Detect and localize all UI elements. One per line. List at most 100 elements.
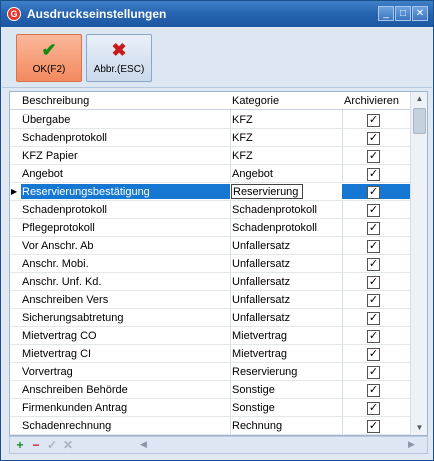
table-row[interactable]: Mietvertrag CI Mietvertrag ✓ (10, 345, 410, 363)
archive-checkbox[interactable]: ✓ (367, 150, 380, 163)
table-row[interactable]: Vor Anschr. Ab Unfallersatz ✓ (10, 237, 410, 255)
cancel-button[interactable]: ✖ Abbr.(ESC) (86, 34, 152, 82)
header-description[interactable]: Beschreibung (22, 95, 89, 107)
checkmark-icon: ✔ (41, 40, 57, 60)
print-settings-grid: Beschreibung Kategorie Archivieren Überg… (9, 91, 428, 436)
cell-category[interactable]: Rechnung (232, 420, 344, 432)
cell-description[interactable]: Schadenrechnung (22, 420, 230, 432)
table-row[interactable]: ▶ Reservierungsbestätigung Reservierung ✓ (10, 183, 410, 201)
cell-description[interactable]: Mietvertrag CO (22, 330, 230, 342)
cell-category[interactable]: Sonstige (232, 402, 344, 414)
archive-checkbox[interactable]: ✓ (367, 294, 380, 307)
table-row[interactable]: Angebot Angebot ✓ (10, 165, 410, 183)
archive-checkbox[interactable]: ✓ (367, 420, 380, 433)
archive-checkbox[interactable]: ✓ (367, 168, 380, 181)
table-row[interactable]: Sicherungsabtretung Unfallersatz ✓ (10, 309, 410, 327)
minimize-button[interactable]: _ (378, 6, 394, 21)
maximize-button[interactable]: □ (395, 6, 411, 21)
archive-checkbox[interactable]: ✓ (367, 204, 380, 217)
cancel-edit-icon[interactable]: ✕ (61, 438, 75, 452)
table-row[interactable]: Vorvertrag Reservierung ✓ (10, 363, 410, 381)
cell-category[interactable]: KFZ (232, 114, 344, 126)
cell-description[interactable]: Anschr. Unf. Kd. (22, 276, 230, 288)
table-row[interactable]: Anschreiben Vers Unfallersatz ✓ (10, 291, 410, 309)
current-row-indicator-icon: ▶ (11, 187, 18, 196)
cell-description[interactable]: Mietvertrag CI (22, 348, 230, 360)
table-row[interactable]: Firmenkunden Antrag Sonstige ✓ (10, 399, 410, 417)
archive-checkbox[interactable]: ✓ (367, 366, 380, 379)
archive-checkbox[interactable]: ✓ (367, 114, 380, 127)
toolbar: ✔ OK(F2) ✖ Abbr.(ESC) (2, 28, 432, 88)
header-category[interactable]: Kategorie (232, 95, 279, 107)
cell-description[interactable]: Anschr. Mobi. (22, 258, 230, 270)
cell-category[interactable]: Mietvertrag (232, 330, 344, 342)
post-record-icon[interactable]: ✓ (45, 438, 59, 452)
grid-navigator: + − ✓ ✕ ◀ ▶ (9, 436, 428, 454)
cell-description[interactable]: Vorvertrag (22, 366, 230, 378)
table-row[interactable]: Schadenprotokoll Schadenprotokoll ✓ (10, 201, 410, 219)
delete-record-icon[interactable]: − (29, 438, 43, 452)
archive-checkbox[interactable]: ✓ (367, 258, 380, 271)
archive-checkbox[interactable]: ✓ (367, 402, 380, 415)
cell-category[interactable]: Unfallersatz (232, 294, 344, 306)
cell-description[interactable]: Schadenprotokoll (22, 132, 230, 144)
cell-category[interactable]: Unfallersatz (232, 312, 344, 324)
archive-checkbox[interactable]: ✓ (367, 222, 380, 235)
cell-category[interactable]: Reservierung (231, 184, 303, 199)
cell-category[interactable]: Sonstige (232, 384, 344, 396)
table-row[interactable]: Anschreiben Behörde Sonstige ✓ (10, 381, 410, 399)
vertical-scrollbar[interactable]: ▲ ▼ (410, 92, 427, 435)
table-row[interactable]: Pflegeprotokoll Schadenprotokoll ✓ (10, 219, 410, 237)
archive-checkbox[interactable]: ✓ (367, 240, 380, 253)
cell-category[interactable]: Angebot (232, 168, 344, 180)
cell-description[interactable]: Schadenprotokoll (22, 204, 230, 216)
table-row[interactable]: Anschr. Mobi. Unfallersatz ✓ (10, 255, 410, 273)
archive-checkbox[interactable]: ✓ (367, 348, 380, 361)
archive-checkbox[interactable]: ✓ (367, 384, 380, 397)
archive-checkbox[interactable]: ✓ (367, 276, 380, 289)
app-logo-icon: G (7, 7, 21, 21)
cell-description[interactable]: Firmenkunden Antrag (22, 402, 230, 414)
title-bar[interactable]: G Ausdruckseinstellungen _ □ ✕ (1, 1, 433, 27)
table-row[interactable]: Anschr. Unf. Kd. Unfallersatz ✓ (10, 273, 410, 291)
cell-description[interactable]: Angebot (22, 168, 230, 180)
close-window-button[interactable]: ✕ (412, 6, 428, 21)
cell-category[interactable]: Unfallersatz (232, 276, 344, 288)
add-record-icon[interactable]: + (13, 438, 27, 452)
cell-category[interactable]: Unfallersatz (232, 258, 344, 270)
scroll-right-icon[interactable]: ▶ (408, 439, 415, 450)
archive-checkbox[interactable]: ✓ (367, 132, 380, 145)
cancel-button-label: Abbr.(ESC) (93, 64, 145, 75)
grid-header: Beschreibung Kategorie Archivieren (10, 92, 410, 110)
cell-description[interactable]: Anschreiben Vers (22, 294, 230, 306)
cell-description[interactable]: Vor Anschr. Ab (22, 240, 230, 252)
cell-description[interactable]: Sicherungsabtretung (22, 312, 230, 324)
cell-description[interactable]: Reservierungsbestätigung (21, 184, 230, 199)
scrollbar-thumb[interactable] (413, 108, 426, 134)
cell-category[interactable]: KFZ (232, 132, 344, 144)
cell-category[interactable]: Unfallersatz (232, 240, 344, 252)
archive-checkbox[interactable]: ✓ (367, 186, 380, 199)
scroll-up-icon[interactable]: ▲ (411, 92, 427, 106)
cell-category[interactable]: Reservierung (232, 366, 344, 378)
table-row[interactable]: KFZ Papier KFZ ✓ (10, 147, 410, 165)
header-archive[interactable]: Archivieren (344, 95, 399, 107)
archive-checkbox[interactable]: ✓ (367, 312, 380, 325)
table-row[interactable]: Schadenprotokoll KFZ ✓ (10, 129, 410, 147)
cell-category[interactable]: Mietvertrag (232, 348, 344, 360)
cell-category[interactable]: KFZ (232, 150, 344, 162)
table-row[interactable]: Schadenrechnung Rechnung ✓ (10, 417, 410, 435)
cell-description[interactable]: KFZ Papier (22, 150, 230, 162)
cell-description[interactable]: Übergabe (22, 114, 230, 126)
table-row[interactable]: Übergabe KFZ ✓ (10, 111, 410, 129)
cell-description[interactable]: Pflegeprotokoll (22, 222, 230, 234)
ok-button[interactable]: ✔ OK(F2) (16, 34, 82, 82)
cell-category[interactable]: Schadenprotokoll (232, 204, 344, 216)
scroll-left-icon[interactable]: ◀ (140, 439, 147, 450)
table-row[interactable]: Mietvertrag CO Mietvertrag ✓ (10, 327, 410, 345)
archive-checkbox[interactable]: ✓ (367, 330, 380, 343)
dialog-window: G Ausdruckseinstellungen _ □ ✕ ✔ OK(F2) … (0, 0, 434, 461)
cell-description[interactable]: Anschreiben Behörde (22, 384, 230, 396)
scroll-down-icon[interactable]: ▼ (411, 421, 427, 435)
cell-category[interactable]: Schadenprotokoll (232, 222, 344, 234)
